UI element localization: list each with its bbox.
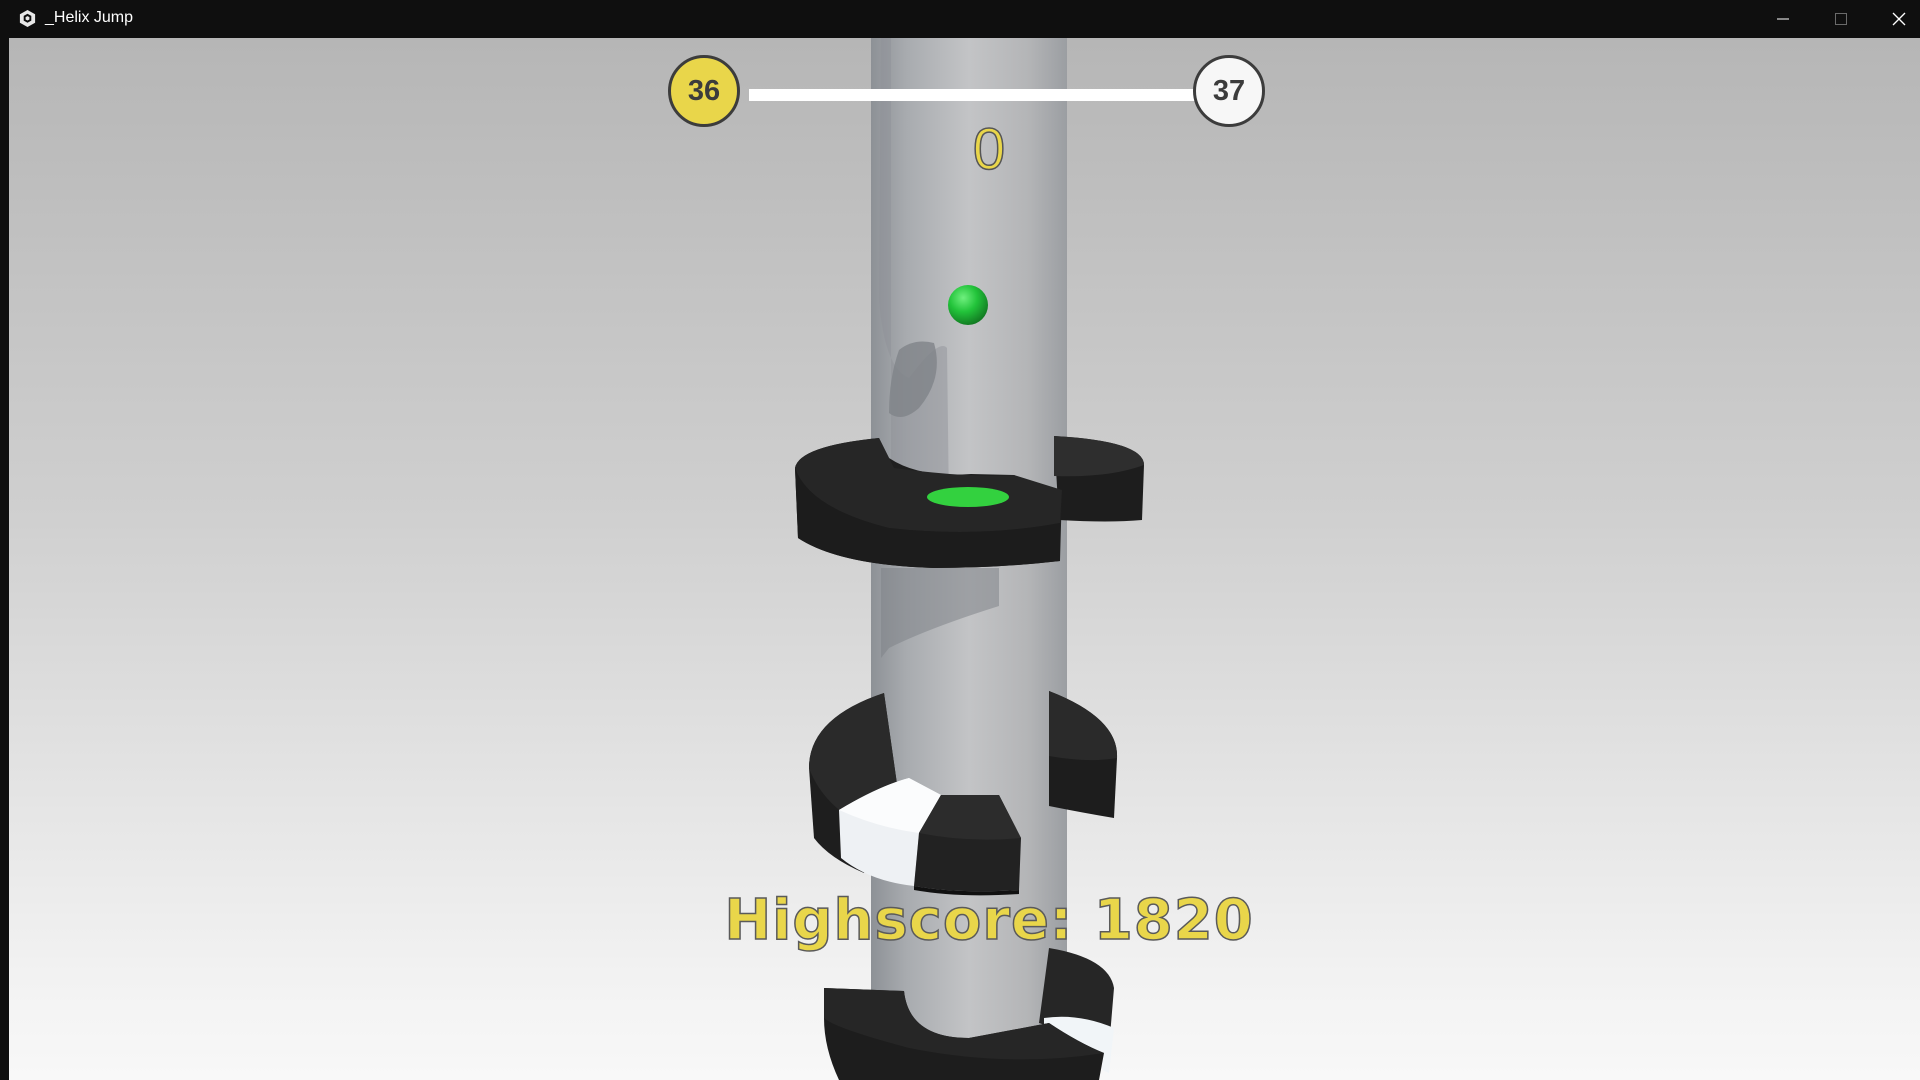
close-button[interactable]	[1870, 0, 1920, 38]
current-level-badge: 36	[668, 55, 740, 127]
game-viewport[interactable]: 36 37 0 Highscore: 1820	[9, 38, 1920, 1080]
next-level-badge: 37	[1193, 55, 1265, 127]
minimize-button[interactable]	[1754, 0, 1812, 38]
game-window: _Helix Jump 36 37 0 Highscore: 1820	[0, 0, 1920, 1080]
unity-icon	[19, 9, 36, 28]
ball-splat	[927, 487, 1009, 507]
window-title: _Helix Jump	[45, 9, 134, 26]
ball	[948, 285, 988, 325]
title-bar[interactable]: _Helix Jump	[0, 0, 1920, 38]
highscore-label: Highscore: 1820	[724, 887, 1254, 954]
score-label: 0	[972, 116, 1006, 183]
close-icon	[1892, 12, 1906, 26]
maximize-button[interactable]	[1812, 0, 1870, 38]
window-border	[0, 38, 9, 1080]
minimize-icon	[1777, 18, 1789, 20]
maximize-icon	[1835, 13, 1847, 25]
level-progress-bar	[749, 89, 1209, 101]
